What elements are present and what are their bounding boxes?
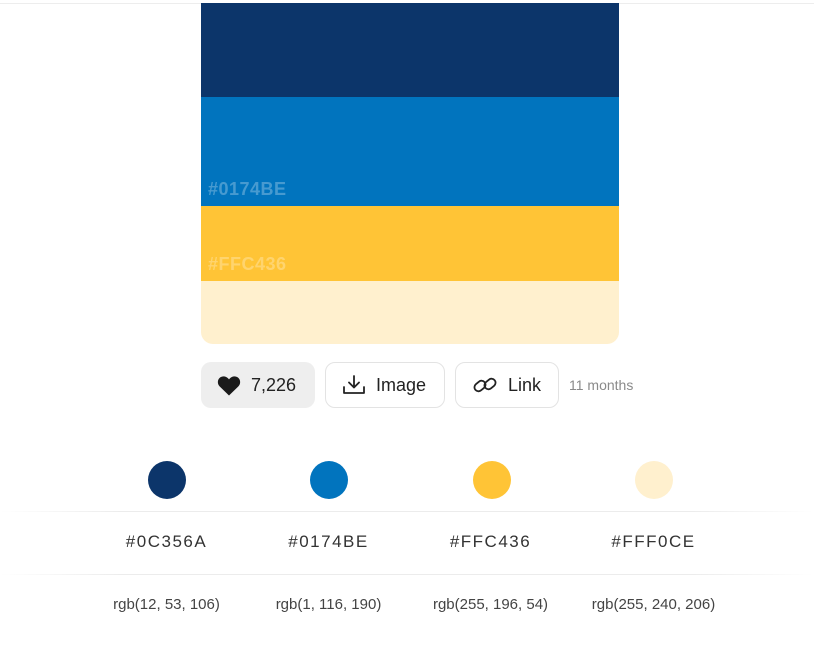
swatch-1[interactable] — [201, 3, 619, 97]
row-divider — [0, 574, 814, 575]
swatch-2[interactable]: #0174BE — [201, 97, 619, 206]
rgb-label-3[interactable]: rgb(255, 196, 54) — [409, 596, 572, 613]
color-dot-1[interactable] — [148, 461, 186, 499]
hex-label-3[interactable]: #FFC436 — [409, 532, 572, 552]
swatch-2-hex: #0174BE — [208, 179, 287, 199]
rgb-label-4[interactable]: rgb(255, 240, 206) — [572, 596, 735, 613]
link-label: Link — [508, 374, 542, 395]
rgb-label-1[interactable]: rgb(12, 53, 106) — [85, 596, 248, 613]
palette-age: 11 months — [569, 377, 634, 393]
color-dot-3[interactable] — [473, 461, 511, 499]
swatch-3[interactable]: #FFC436 — [201, 206, 619, 281]
like-count: 7,226 — [251, 374, 297, 395]
page: #0174BE #FFC436 7,226 Image Link 11 mont… — [0, 0, 814, 657]
swatch-3-hex: #FFC436 — [208, 254, 287, 274]
like-button[interactable]: 7,226 — [201, 362, 315, 408]
heart-icon — [217, 375, 241, 396]
hex-label-4[interactable]: #FFF0CE — [572, 532, 735, 552]
rgb-label-2[interactable]: rgb(1, 116, 190) — [247, 596, 410, 613]
color-dot-2[interactable] — [310, 461, 348, 499]
download-image-button[interactable]: Image — [325, 362, 445, 408]
palette-actions: 7,226 Image Link 11 months — [201, 361, 633, 409]
hex-label-2[interactable]: #0174BE — [247, 532, 410, 552]
copy-link-button[interactable]: Link — [455, 362, 559, 408]
swatch-4[interactable] — [201, 281, 619, 344]
color-dot-4[interactable] — [635, 461, 673, 499]
image-label: Image — [376, 374, 427, 395]
row-divider — [0, 511, 814, 512]
link-icon — [472, 374, 498, 396]
hex-label-1[interactable]: #0C356A — [85, 532, 248, 552]
palette-preview: #0174BE #FFC436 — [201, 3, 619, 344]
download-icon — [342, 375, 366, 395]
